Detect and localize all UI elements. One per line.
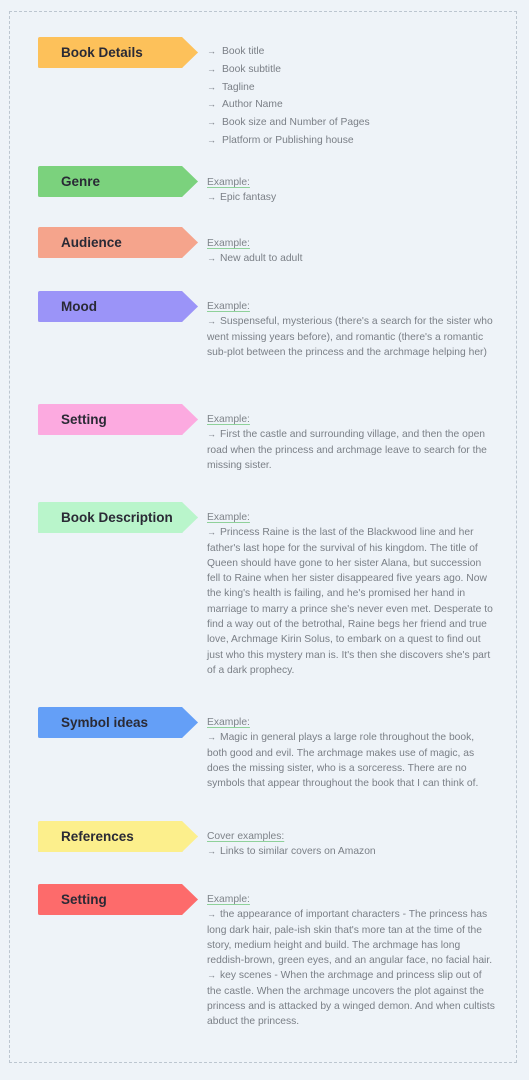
tag-book-details: Book Details [38, 37, 198, 68]
list-item: → Book size and Number of Pages [207, 114, 497, 132]
arrow-icon: → [207, 429, 216, 440]
paragraph: → Links to similar covers on Amazon [207, 844, 497, 859]
example-heading: Example: [207, 894, 250, 905]
arrow-icon: → [207, 63, 216, 74]
paragraph: → Princess Raine is the last of the Black… [207, 527, 493, 676]
mood-content: Example: → Suspenseful, mysterious (there… [207, 299, 497, 360]
arrow-icon: → [207, 134, 216, 145]
audience-content: Example: → New adult to adult [207, 236, 497, 267]
arrow-icon: → [207, 909, 216, 920]
book-description-content: Example: → Princess Raine is the last of … [207, 510, 497, 678]
tag-label: Symbol ideas [61, 715, 149, 730]
example-heading: Example: [207, 238, 250, 249]
tag-references: References [38, 821, 198, 852]
tag-setting: Setting [38, 404, 198, 435]
paragraph: → First the castle and surrounding villag… [207, 429, 487, 471]
tag-genre: Genre [38, 166, 198, 197]
genre-content: Example: → Epic fantasy [207, 175, 497, 206]
tag-label: Book Description [61, 510, 173, 525]
arrow-icon: → [207, 81, 216, 92]
tag-audience: Audience [38, 227, 198, 258]
example-heading: Example: [207, 414, 250, 425]
example-heading: Example: [207, 512, 250, 523]
paragraph: → key scenes - When the archmage and prin… [207, 970, 495, 1028]
list-item: → Platform or Publishing house [207, 132, 497, 150]
list-item: → Book title [207, 43, 497, 61]
tag-label: Book Details [61, 45, 143, 60]
paragraph: → the appearance of important characters … [207, 909, 493, 967]
arrow-icon: → [207, 46, 216, 56]
arrow-icon: → [207, 970, 216, 981]
tag-label: Genre [61, 174, 101, 189]
setting-content: Example: → First the castle and surroundi… [207, 412, 497, 473]
book-details-list: → Book title → Book subtitle → Tagline → Aut… [207, 43, 497, 150]
setting-details-content: Example: → the appearance of important ch… [207, 892, 497, 1030]
list-item: → Tagline [207, 79, 497, 97]
paragraph: → Epic fantasy [207, 190, 497, 205]
paragraph: → New adult to adult [207, 251, 497, 266]
list-item: → Author Name [207, 96, 497, 114]
references-content: Cover examples: → Links to similar covers… [207, 829, 497, 860]
example-heading: Example: [207, 301, 250, 312]
tag-setting-details: Setting [38, 884, 198, 915]
tag-label: References [61, 829, 134, 844]
arrow-icon: → [207, 527, 216, 538]
list-item: → Book subtitle [207, 61, 497, 79]
symbol-ideas-content: Example: → Magic in general plays a large… [207, 715, 497, 791]
tag-symbol-ideas: Symbol ideas [38, 707, 198, 738]
arrow-icon: → [207, 117, 216, 128]
arrow-icon: → [207, 846, 216, 857]
tag-label: Audience [61, 235, 122, 250]
arrow-icon: → [207, 253, 216, 264]
arrow-icon: → [207, 99, 216, 110]
paragraph: → Suspenseful, mysterious (there's a sear… [207, 316, 493, 358]
cover-examples-heading: Cover examples: [207, 831, 285, 842]
example-heading: Example: [207, 717, 250, 728]
example-heading: Example: [207, 177, 250, 188]
tag-label: Setting [61, 412, 107, 427]
paragraph: → Magic in general plays a large role thr… [207, 732, 479, 790]
tag-book-description: Book Description [38, 502, 198, 533]
arrow-icon: → [207, 192, 216, 203]
arrow-icon: → [207, 732, 216, 743]
arrow-icon: → [207, 316, 216, 327]
tag-label: Mood [61, 299, 97, 314]
tag-label: Setting [61, 892, 107, 907]
tag-mood: Mood [38, 291, 198, 322]
